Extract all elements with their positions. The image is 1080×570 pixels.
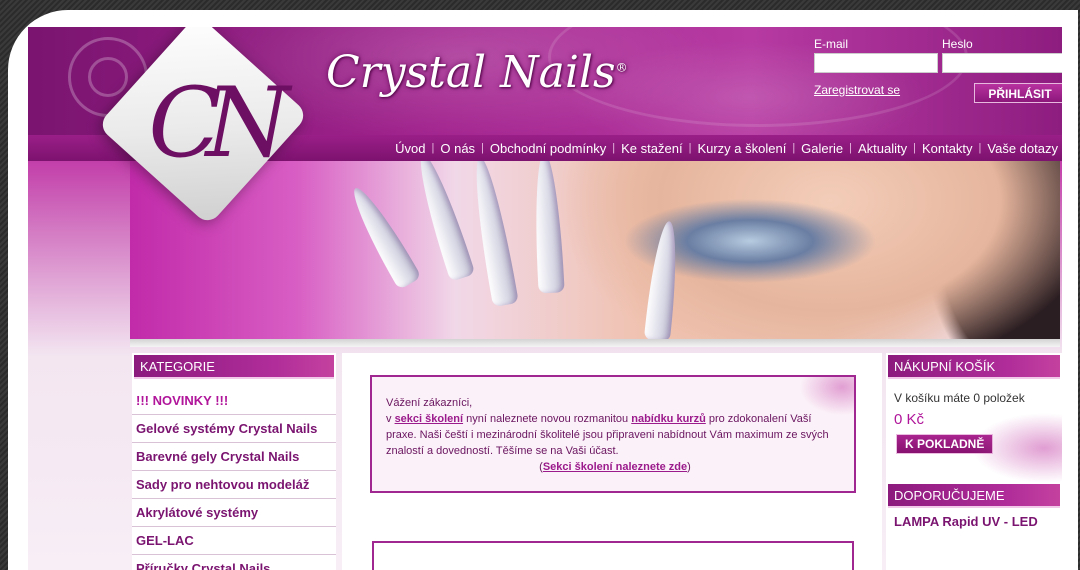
announcement-footer: (Sekci školení naleznete zde) <box>386 459 844 475</box>
nail-graphic <box>410 161 476 282</box>
nav-separator: | <box>792 142 796 154</box>
cart-title: NÁKUPNÍ KOŠÍK <box>888 355 1060 379</box>
category-list: !!! NOVINKY !!! Gelové systémy Crystal N… <box>132 387 336 570</box>
nav-separator: | <box>481 142 484 154</box>
email-field[interactable] <box>814 53 938 73</box>
nav-item-ke-stazeni[interactable]: Ke stažení <box>621 141 682 156</box>
main-content: Vážení zákazníci, v sekci školení nyní n… <box>342 353 882 570</box>
nav-separator: | <box>612 142 616 154</box>
category-item-gel-lac[interactable]: GEL-LAC <box>132 527 336 555</box>
nav-item-galerie[interactable]: Galerie <box>801 141 843 156</box>
text-fragment: ) <box>687 461 691 473</box>
nail-graphic <box>643 219 683 339</box>
email-label: E-mail <box>814 37 849 51</box>
right-sidebar: NÁKUPNÍ KOŠÍK V košíku máte 0 položek 0 … <box>886 353 1062 570</box>
announcement-box: Vážení zákazníci, v sekci školení nyní n… <box>370 375 856 493</box>
register-link[interactable]: Zaregistrovat se <box>814 83 900 97</box>
password-field[interactable] <box>942 53 1062 73</box>
brand-name: Crystal Nails <box>326 47 616 98</box>
nav-item-obchodni-podminky[interactable]: Obchodní podmínky <box>490 141 606 156</box>
decorative-pattern <box>972 413 1062 483</box>
login-button[interactable]: PŘIHLÁSIT <box>974 83 1062 103</box>
nail-graphic <box>467 161 519 308</box>
site-container: CN Crystal Nails® E-mail Heslo Zaregistr… <box>28 27 1062 570</box>
nav-item-uvod[interactable]: Úvod <box>395 141 425 156</box>
banner-divider <box>130 339 1060 347</box>
category-title: KATEGORIE <box>134 355 334 379</box>
category-item-gelove-systemy[interactable]: Gelové systémy Crystal Nails <box>132 415 336 443</box>
category-item-novinky[interactable]: !!! NOVINKY !!! <box>132 387 336 415</box>
announcement-body: v sekci školení nyní naleznete novou roz… <box>386 411 844 459</box>
brand-wordmark[interactable]: Crystal Nails® <box>326 47 628 98</box>
category-item-sady[interactable]: Sady pro nehtovou modeláž <box>132 471 336 499</box>
recommended-product-link[interactable]: LAMPA Rapid UV - LED <box>886 508 1062 535</box>
courses-offer-link[interactable]: nabídku kurzů <box>631 413 706 425</box>
content-box <box>372 541 854 570</box>
nav-item-vase-dotazy[interactable]: Vaše dotazy <box>987 141 1058 156</box>
nav-separator: | <box>431 142 435 154</box>
category-sidebar: KATEGORIE !!! NOVINKY !!! Gelové systémy… <box>132 353 336 570</box>
announcement-greeting: Vážení zákazníci, <box>386 397 473 409</box>
recommend-title: DOPORUČUJEME <box>888 484 1060 508</box>
nav-separator: | <box>978 142 982 154</box>
nail-graphic <box>344 181 422 291</box>
nav-separator: | <box>849 142 852 154</box>
training-section-link[interactable]: sekci školení <box>395 413 464 425</box>
logo-monogram[interactable]: CN <box>146 63 289 193</box>
decorative-swirl <box>88 57 128 97</box>
nav-item-kurzy[interactable]: Kurzy a školení <box>697 141 786 156</box>
training-section-here-link[interactable]: Sekci školení naleznete zde <box>543 461 687 473</box>
text-fragment: v <box>386 413 395 425</box>
nav-separator: | <box>913 142 916 154</box>
nav-item-aktuality[interactable]: Aktuality <box>858 141 907 156</box>
registered-mark: ® <box>615 60 628 75</box>
text-fragment: nyní naleznete novou rozmanitou <box>463 413 632 425</box>
nav-item-o-nas[interactable]: O nás <box>440 141 475 156</box>
password-label: Heslo <box>942 37 973 51</box>
cart-status: V košíku máte 0 položek <box>894 391 1025 405</box>
nail-graphic <box>531 161 565 294</box>
page-frame: CN Crystal Nails® E-mail Heslo Zaregistr… <box>8 10 1078 570</box>
nav-separator: | <box>688 142 692 154</box>
category-item-prirucky[interactable]: Příručky Crystal Nails <box>132 555 336 570</box>
category-item-akrylatove[interactable]: Akrylátové systémy <box>132 499 336 527</box>
nav-item-kontakty[interactable]: Kontakty <box>922 141 973 156</box>
category-item-barevne-gely[interactable]: Barevné gely Crystal Nails <box>132 443 336 471</box>
